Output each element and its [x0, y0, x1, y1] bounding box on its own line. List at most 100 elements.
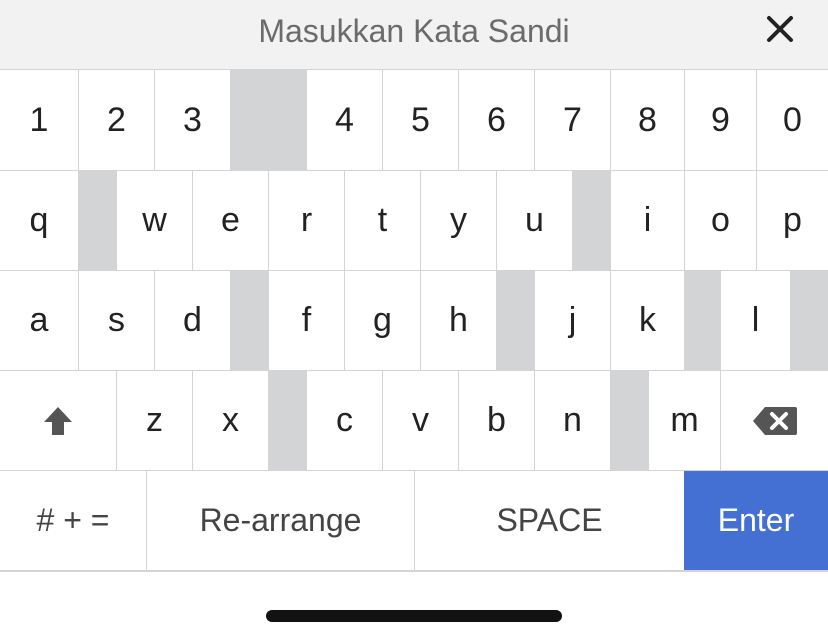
key-label: w	[142, 201, 167, 239]
key-label: y	[450, 201, 467, 239]
key-c[interactable]: c	[306, 371, 382, 470]
key-d[interactable]: d	[154, 271, 230, 370]
key-label: v	[412, 401, 429, 439]
key-j[interactable]: j	[534, 271, 610, 370]
keyboard-row-2: qwertyuiop	[0, 170, 828, 270]
close-icon	[766, 15, 794, 48]
key-4[interactable]: 4	[306, 70, 382, 170]
keyboard-row-3: asd f g h j k l	[0, 270, 828, 370]
key-label: # + =	[36, 502, 110, 538]
key-label: 4	[335, 100, 354, 139]
key-label: f	[301, 301, 312, 339]
key-7[interactable]: 7	[534, 70, 610, 170]
key-label: SPACE	[496, 502, 603, 538]
key-1[interactable]: 1	[0, 70, 78, 170]
backspace-icon	[751, 405, 799, 437]
key-label: a	[29, 301, 49, 339]
key-label: r	[300, 201, 313, 239]
key-gap	[684, 271, 720, 370]
key-z[interactable]: z	[116, 371, 192, 470]
backspace-key[interactable]	[720, 371, 828, 470]
key-9[interactable]: 9	[684, 70, 756, 170]
key-e[interactable]: e	[192, 171, 268, 270]
key-label: j	[568, 301, 577, 339]
key-b[interactable]: b	[458, 371, 534, 470]
key-label: 3	[183, 100, 202, 139]
key-v[interactable]: v	[382, 371, 458, 470]
key-label: p	[783, 201, 802, 239]
key-2[interactable]: 2	[78, 70, 154, 170]
key-label: g	[373, 301, 392, 339]
key-label: 2	[107, 100, 126, 139]
key-label: n	[563, 401, 582, 439]
key-i[interactable]: i	[610, 171, 684, 270]
shift-arrow-icon	[43, 405, 73, 437]
key-label: e	[221, 201, 240, 239]
key-label: t	[377, 201, 388, 239]
key-gap	[610, 371, 648, 470]
re-arrange-key[interactable]: Re-arrange	[146, 471, 414, 570]
key-gap	[230, 271, 268, 370]
key-gap	[790, 271, 828, 370]
key-p[interactable]: p	[756, 171, 828, 270]
key-q[interactable]: q	[0, 171, 78, 270]
key-o[interactable]: o	[684, 171, 756, 270]
keyboard-row-1: 1 2 3 4 5 6 7 8 9 0	[0, 70, 828, 170]
key-3[interactable]: 3	[154, 70, 230, 170]
key-y[interactable]: y	[420, 171, 496, 270]
key-label: b	[487, 401, 506, 439]
key-label: k	[639, 301, 656, 339]
key-0[interactable]: 0	[756, 70, 828, 170]
key-label: 7	[563, 100, 582, 139]
key-n[interactable]: n	[534, 371, 610, 470]
shift-key[interactable]	[0, 371, 116, 470]
key-label: Enter	[717, 502, 795, 538]
key-s[interactable]: s	[78, 271, 154, 370]
keyboard-row-5: # + = Re-arrange SPACE Enter	[0, 470, 828, 570]
key-label: z	[146, 401, 163, 439]
key-5[interactable]: 5	[382, 70, 458, 170]
page-title: Masukkan Kata Sandi	[258, 13, 570, 49]
key-t[interactable]: t	[344, 171, 420, 270]
key-h[interactable]: h	[420, 271, 496, 370]
key-x[interactable]: x	[192, 371, 268, 470]
keyboard-row-4: zxcvbnm	[0, 370, 828, 470]
key-label: u	[525, 201, 544, 239]
key-gap	[78, 171, 116, 270]
key-label: d	[183, 301, 202, 339]
key-label: 9	[711, 100, 730, 139]
key-label: c	[336, 401, 353, 439]
enter-key[interactable]: Enter	[684, 471, 828, 570]
key-label: i	[643, 201, 652, 239]
key-label: x	[222, 401, 239, 439]
key-label: h	[449, 301, 468, 339]
key-label: Re-arrange	[199, 502, 362, 538]
key-label: o	[711, 201, 730, 239]
key-label: m	[670, 401, 699, 439]
key-a[interactable]: a	[0, 271, 78, 370]
key-g[interactable]: g	[344, 271, 420, 370]
symbols-key[interactable]: # + =	[0, 471, 146, 570]
header: Masukkan Kata Sandi	[0, 0, 828, 70]
key-gap	[496, 271, 534, 370]
key-label: l	[751, 301, 760, 339]
key-label: 0	[783, 100, 802, 139]
close-button[interactable]	[760, 11, 800, 51]
key-label: q	[29, 201, 49, 239]
key-6[interactable]: 6	[458, 70, 534, 170]
key-gap	[572, 171, 610, 270]
key-8[interactable]: 8	[610, 70, 684, 170]
space-key[interactable]: SPACE	[414, 471, 684, 570]
key-label: 8	[638, 100, 657, 139]
key-k[interactable]: k	[610, 271, 684, 370]
key-label: 5	[411, 100, 430, 139]
key-gap	[230, 70, 306, 170]
key-u[interactable]: u	[496, 171, 572, 270]
key-l[interactable]: l	[720, 271, 790, 370]
key-m[interactable]: m	[648, 371, 720, 470]
home-indicator	[266, 610, 562, 622]
key-label: 1	[29, 100, 49, 139]
key-w[interactable]: w	[116, 171, 192, 270]
key-r[interactable]: r	[268, 171, 344, 270]
key-f[interactable]: f	[268, 271, 344, 370]
